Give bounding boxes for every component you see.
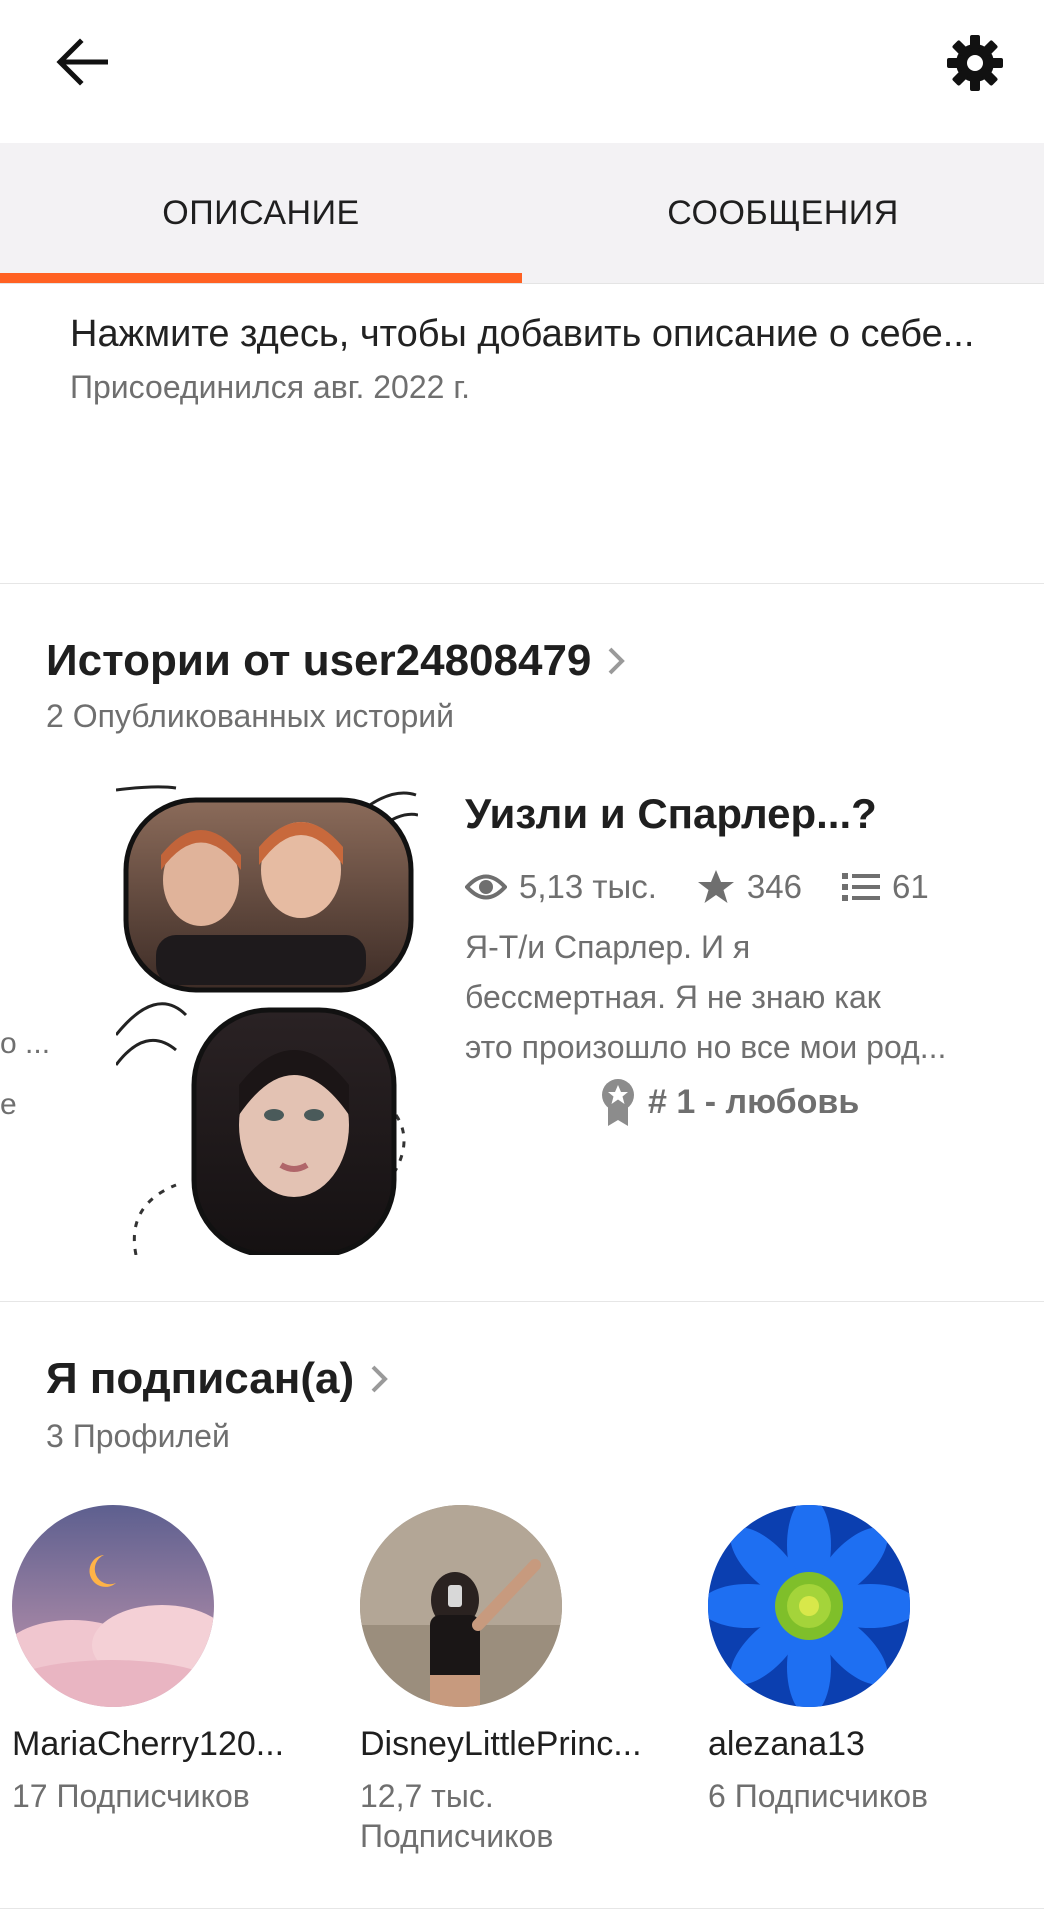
top-bar (0, 0, 1044, 143)
profile-followers: 6 Подписчиков (708, 1778, 928, 1814)
profile-followers: 12,7 тыс. Подписчиков (360, 1778, 554, 1854)
about-section: Нажмите здесь, чтобы добавить описание о… (70, 305, 990, 406)
following-count: 3 Профилей (46, 1418, 230, 1454)
story-rank-badge[interactable]: # 1 - любовь (600, 1077, 859, 1127)
parts-count: 61 (891, 868, 929, 905)
active-tab-indicator (0, 273, 522, 283)
profile-followers: 17 Подписчиков (12, 1778, 250, 1814)
eye-icon (465, 874, 507, 900)
profile-username: MariaCherry120... (12, 1725, 285, 1763)
profile-username: alezana13 (708, 1725, 865, 1763)
divider (0, 583, 1044, 584)
profile-username: DisneyLittlePrinc... (360, 1725, 642, 1763)
story-stats: 5,13 тыс. 346 61 (465, 862, 1025, 912)
views-count: 5,13 тыс. (519, 868, 657, 905)
tab-messages-label: СООБЩЕНИЯ (667, 193, 899, 232)
avatar[interactable] (360, 1505, 562, 1707)
chevron-right-icon (607, 646, 626, 676)
star-icon (697, 870, 734, 903)
gear-icon (947, 35, 1003, 91)
following-section-title[interactable]: Я подписан(а) (46, 1354, 388, 1404)
divider (0, 1908, 1044, 1909)
tab-description-label: ОПИСАНИЕ (162, 193, 360, 232)
story-description-line: это произошло но все мои род... (465, 1029, 947, 1065)
list-icon (841, 873, 880, 901)
following-title-text: Я подписан(а) (46, 1354, 355, 1403)
stories-section-title[interactable]: Истории от user24808479 (46, 636, 626, 686)
chevron-right-icon (370, 1364, 388, 1394)
tab-description[interactable]: ОПИСАНИЕ (0, 143, 522, 283)
arrow-left-icon (56, 38, 108, 86)
votes-count: 346 (746, 868, 802, 905)
avatar[interactable] (708, 1505, 910, 1707)
story-description-line: Я-Т/и Спарлер. И я (465, 929, 751, 965)
stories-count: 2 Опубликованных историй (46, 698, 455, 734)
views-stat: 5,13 тыс. (465, 868, 657, 906)
previous-story-peek-text[interactable]: е (0, 1088, 17, 1122)
divider (0, 1301, 1044, 1302)
previous-story-peek-text[interactable]: о ... (0, 1027, 50, 1061)
profile-tabs: ОПИСАНИЕ СООБЩЕНИЯ (0, 143, 1044, 284)
tab-messages[interactable]: СООБЩЕНИЯ (522, 143, 1044, 283)
story-description-line: бессмертная. Я не знаю как (465, 979, 881, 1015)
votes-stat: 346 (697, 868, 802, 906)
parts-stat: 61 (841, 868, 929, 906)
settings-button[interactable] (938, 30, 1012, 96)
joined-date: Присоединился авг. 2022 г. (70, 369, 470, 405)
avatar[interactable] (12, 1505, 214, 1707)
stories-title-text: Истории от user24808479 (46, 636, 592, 685)
back-button[interactable] (50, 30, 114, 94)
add-description-prompt[interactable]: Нажмите здесь, чтобы добавить описание о… (70, 305, 990, 363)
profile-card[interactable]: DisneyLittlePrinc... 12,7 тыс. Подписчик… (360, 1505, 680, 1856)
story-title[interactable]: Уизли и Спарлер...? (465, 790, 877, 838)
story-cover-image[interactable] (114, 785, 419, 1258)
profile-card[interactable]: MariaCherry120... 17 Подписчиков (12, 1505, 332, 1816)
profile-card[interactable]: alezana13 6 Подписчиков (708, 1505, 1028, 1816)
award-ribbon-icon (602, 1079, 634, 1126)
rank-text: # 1 - любовь (648, 1082, 860, 1121)
story-description[interactable]: Я-Т/и Спарлер. И я бессмертная. Я не зна… (465, 922, 995, 1072)
